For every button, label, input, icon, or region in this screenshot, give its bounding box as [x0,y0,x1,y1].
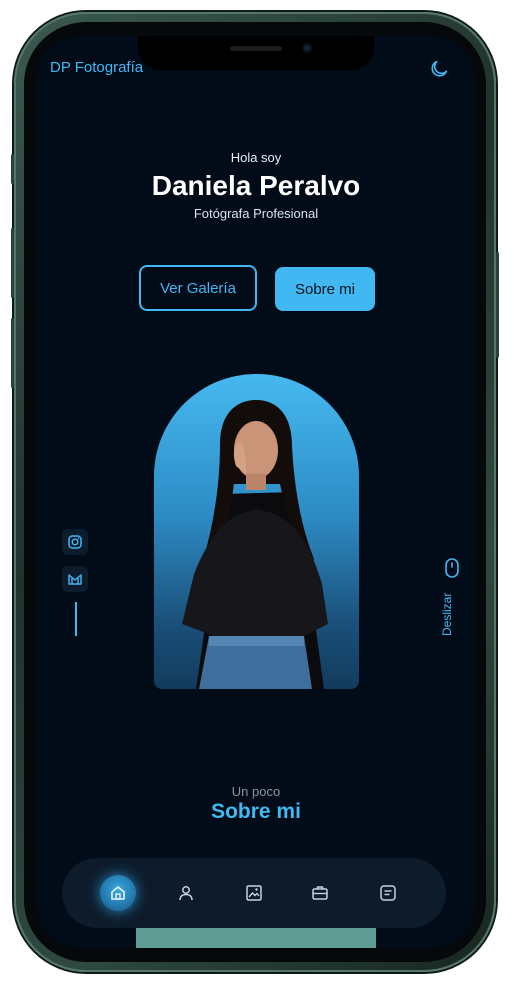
nav-contact[interactable] [370,875,406,911]
user-icon [179,886,193,901]
moon-icon[interactable] [428,58,450,80]
screen: DP Fotografía Hola soy Daniela Peralvo F… [36,36,476,948]
volume-down-button [11,318,14,388]
nav-about[interactable] [168,875,204,911]
hero-role: Fotógrafa Profesional [193,206,319,221]
briefcase-icon [312,886,328,900]
scroll-label[interactable]: Deslizar [440,586,456,636]
person-illustration [182,400,328,689]
image-icon [246,885,262,901]
social-divider [75,602,77,636]
about-button[interactable]: Sobre mi [275,267,375,311]
nav-home[interactable] [100,875,136,911]
section-pretitle: Un poco [231,784,281,799]
mute-switch [11,154,14,184]
notch [138,36,374,70]
mouse-icon[interactable] [444,558,460,578]
camera [302,43,312,53]
power-button [496,252,499,358]
next-section-peek [136,928,376,948]
speaker [230,46,282,51]
bottom-nav [62,858,446,928]
section-title: Sobre mi [211,800,301,823]
home-icon [111,886,125,900]
instagram-icon [68,535,82,549]
gallery-button[interactable]: Ver Galería [139,265,257,311]
mail-link[interactable] [62,566,88,592]
profile-photo [154,374,359,689]
hero-name: Daniela Peralvo [151,170,361,201]
mail-icon [68,574,82,585]
nav-gallery[interactable] [236,875,272,911]
message-icon [380,885,396,901]
volume-up-button [11,228,14,298]
greeting: Hola soy [230,150,282,165]
nav-services[interactable] [302,875,338,911]
brand-logo[interactable]: DP Fotografía [50,59,143,76]
instagram-link[interactable] [62,529,88,555]
